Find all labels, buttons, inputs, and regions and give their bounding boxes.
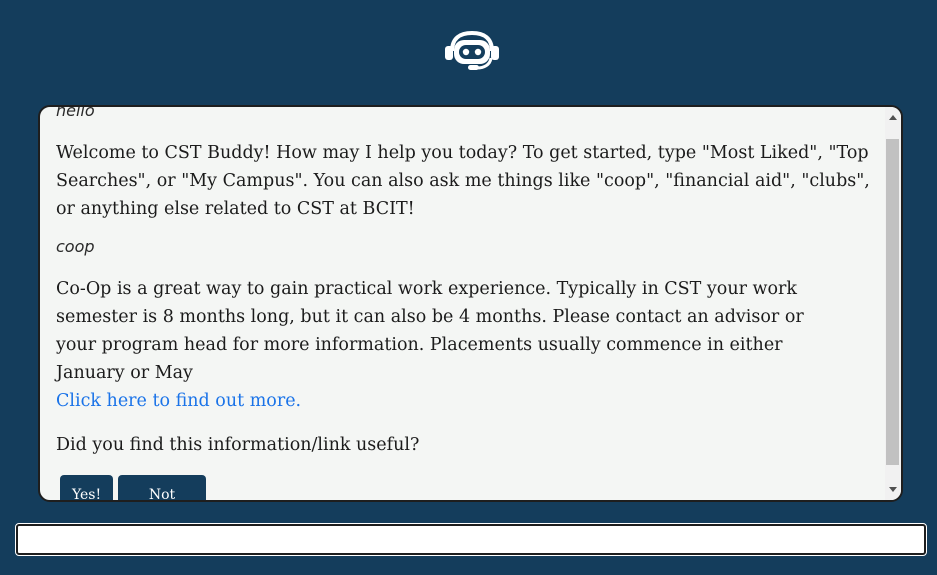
message-input[interactable] [15,523,927,556]
feedback-no-button[interactable]: Not really [118,475,206,500]
scroll-up-arrow-icon[interactable] [889,115,897,120]
scroll-down-arrow-icon[interactable] [889,487,897,492]
bot-message: Co-Op is a great way to gain practical w… [56,279,804,383]
chat-app: hello Welcome to CST Buddy! How may I he… [0,0,937,575]
feedback-yes-button[interactable]: Yes! [60,475,113,500]
user-message: hello [56,107,95,120]
chat-window: hello Welcome to CST Buddy! How may I he… [38,105,903,502]
chatbot-headset-icon [445,31,499,70]
feedback-question: Did you find this information/link usefu… [56,435,420,455]
bot-message: Welcome to CST Buddy! How may I help you… [56,143,870,219]
find-out-more-link[interactable]: Click here to find out more. [56,387,301,415]
user-message: coop [56,237,95,256]
scroll-thumb[interactable] [886,139,899,465]
chat-scrollbar[interactable] [885,107,901,500]
chat-log[interactable]: hello Welcome to CST Buddy! How may I he… [40,107,885,500]
